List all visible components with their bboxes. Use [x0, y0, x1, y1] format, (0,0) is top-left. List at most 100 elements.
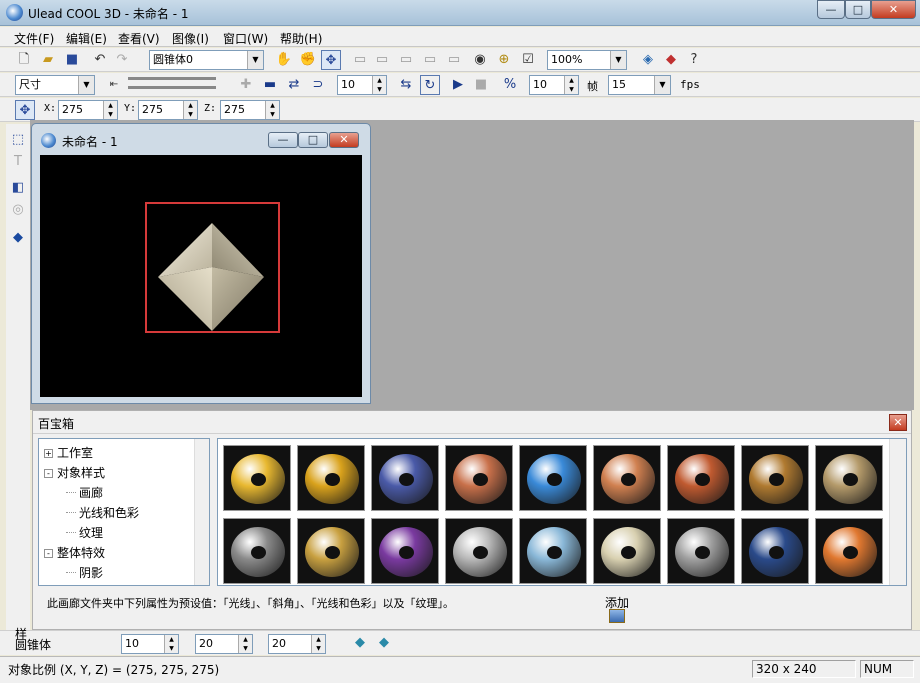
open-folder-icon[interactable]: ▰ — [38, 50, 58, 70]
insert-object-icon[interactable]: ⬚ — [8, 130, 28, 150]
gallery-thumbnail[interactable] — [519, 518, 587, 584]
edit-geometry-icon[interactable]: ◎ — [8, 200, 28, 220]
insert-text-icon[interactable]: T — [8, 152, 28, 172]
align-right-icon[interactable]: ▭ — [396, 50, 416, 70]
globe-icon[interactable]: ⊕ — [494, 50, 514, 70]
gallery-thumbnail[interactable] — [371, 445, 439, 511]
frame-spinner[interactable]: 10 ▲ ▼ — [337, 75, 387, 95]
spinner-arrows-icon[interactable]: ▲ ▼ — [372, 76, 386, 94]
gallery-thumbnail[interactable] — [297, 518, 365, 584]
save-icon[interactable]: ■ — [62, 50, 82, 70]
prop-spinner-1[interactable]: 10 ▲ ▼ — [121, 634, 179, 654]
pan-hand-icon[interactable]: ✋ — [274, 50, 294, 70]
timeline-slider[interactable] — [128, 77, 216, 80]
render-canvas[interactable] — [40, 155, 362, 397]
new-file-icon[interactable]: 🗋 — [14, 50, 34, 70]
repeat-icon[interactable]: ↻ — [420, 75, 440, 95]
spinner-arrows-icon[interactable]: ▲ ▼ — [183, 101, 197, 119]
menu-edit[interactable]: 编辑(E) — [66, 30, 107, 47]
remove-keyframe-icon[interactable]: ▬ — [260, 75, 280, 95]
minimize-button[interactable]: — — [817, 0, 845, 19]
align-icon[interactable]: ▭ — [350, 50, 370, 70]
gallery-thumbnail[interactable] — [667, 445, 735, 511]
object-select-dropdown[interactable]: 圆锥体0 ▼ — [149, 50, 264, 70]
tree-node[interactable]: - 整体特效 — [44, 544, 105, 561]
gallery-thumbnail[interactable] — [371, 518, 439, 584]
move-object-icon[interactable]: ✥ — [321, 50, 341, 70]
tree-node[interactable]: 纹理 — [66, 524, 103, 541]
gallery-thumbnail[interactable] — [445, 518, 513, 584]
menu-file[interactable]: 文件(F) — [14, 30, 54, 47]
pingpong-icon[interactable]: ⇆ — [396, 75, 416, 95]
loop-icon[interactable]: ⊃ — [308, 75, 328, 95]
spinner-arrows-icon[interactable]: ▲ ▼ — [311, 635, 325, 653]
align-center-icon[interactable]: ▭ — [372, 50, 392, 70]
reverse-keyframe-icon[interactable]: ⇄ — [284, 75, 304, 95]
spinner-arrows-icon[interactable]: ▲ ▼ — [164, 635, 178, 653]
add-to-gallery-icon[interactable] — [609, 609, 625, 623]
gallery-thumbnail[interactable] — [593, 518, 661, 584]
expand-icon[interactable]: + — [44, 449, 53, 458]
play-icon[interactable]: ▶ — [448, 75, 468, 95]
rotate-hand-icon[interactable]: ✊ — [298, 50, 318, 70]
menu-help[interactable]: 帮助(H) — [280, 30, 322, 47]
tree-node[interactable]: - 对象样式 — [44, 464, 105, 481]
y-position-input[interactable]: 275 ▲ ▼ — [138, 100, 198, 120]
shape-icon[interactable]: ◆ — [8, 228, 28, 248]
prop-spinner-3[interactable]: 20 ▲ ▼ — [268, 634, 326, 654]
gallery-close-button[interactable]: ✕ — [889, 414, 907, 431]
gallery-thumbnail[interactable] — [297, 445, 365, 511]
doc-maximize-button[interactable]: □ — [298, 132, 328, 148]
collapse-icon[interactable]: - — [44, 549, 53, 558]
add-keyframe-icon[interactable]: ✚ — [236, 75, 256, 95]
gallery-thumbnail[interactable] — [741, 518, 809, 584]
redo-icon[interactable]: ↷ — [112, 50, 132, 70]
x-position-input[interactable]: 275 ▲ ▼ — [58, 100, 118, 120]
tree-node[interactable]: 阴影 — [66, 564, 103, 581]
stop-icon[interactable]: ■ — [471, 75, 491, 95]
maximize-button[interactable]: □ — [845, 0, 871, 19]
spinner-arrows-icon[interactable]: ▲ ▼ — [238, 635, 252, 653]
collapse-icon[interactable]: - — [44, 469, 53, 478]
menu-window[interactable]: 窗口(W) — [223, 30, 268, 47]
group-icon[interactable]: ▭ — [444, 50, 464, 70]
speed-spinner[interactable]: 10 ▲ ▼ — [529, 75, 579, 95]
help-pointer-icon[interactable]: ? — [684, 50, 704, 70]
gallery-thumbnail[interactable] — [445, 445, 513, 511]
render-icon[interactable]: ◈ — [638, 50, 658, 70]
spinner-arrows-icon[interactable]: ▲ ▼ — [265, 101, 279, 119]
tree-node[interactable]: 光线和色彩 — [66, 504, 139, 521]
gallery-thumbnail[interactable] — [815, 518, 883, 584]
menu-view[interactable]: 查看(V) — [118, 30, 160, 47]
tree-scrollbar[interactable] — [194, 439, 209, 585]
gallery-thumbnail[interactable] — [519, 445, 587, 511]
position-mode-icon[interactable]: ✥ — [15, 100, 35, 120]
doc-minimize-button[interactable]: — — [268, 132, 298, 148]
render-options-icon[interactable]: ◆ — [661, 50, 681, 70]
mode-dropdown[interactable]: 尺寸 ▼ — [15, 75, 95, 95]
diamond-down-icon[interactable]: ◆ — [374, 633, 394, 653]
first-frame-icon[interactable]: ⇤ — [104, 75, 124, 95]
doc-close-button[interactable]: ✕ — [329, 132, 359, 148]
eye-icon[interactable]: ◉ — [470, 50, 490, 70]
tree-node[interactable]: 画廊 — [66, 484, 103, 501]
gallery-thumbnail[interactable] — [741, 445, 809, 511]
prop-spinner-2[interactable]: 20 ▲ ▼ — [195, 634, 253, 654]
gallery-thumbnail[interactable] — [667, 518, 735, 584]
close-button[interactable]: ✕ — [871, 0, 916, 19]
zoom-dropdown[interactable]: 100% ▼ — [547, 50, 627, 70]
diamond-up-icon[interactable]: ◆ — [350, 633, 370, 653]
geometry-icon[interactable]: ◧ — [8, 178, 28, 198]
gallery-thumbnail[interactable] — [815, 445, 883, 511]
distribute-icon[interactable]: ▭ — [420, 50, 440, 70]
gallery-thumbnail[interactable] — [223, 445, 291, 511]
spinner-arrows-icon[interactable]: ▲ ▼ — [564, 76, 578, 94]
document-window[interactable]: 未命名 - 1 — □ ✕ — [31, 123, 371, 404]
fps-dropdown[interactable]: 15 ▼ — [608, 75, 671, 95]
check-icon[interactable]: ☑ — [518, 50, 538, 70]
menu-image[interactable]: 图像(I) — [172, 30, 209, 47]
gallery-thumbnail[interactable] — [593, 445, 661, 511]
thumbnails-scrollbar[interactable] — [889, 439, 906, 585]
gallery-thumbnail[interactable] — [223, 518, 291, 584]
z-position-input[interactable]: 275 ▲ ▼ — [220, 100, 280, 120]
